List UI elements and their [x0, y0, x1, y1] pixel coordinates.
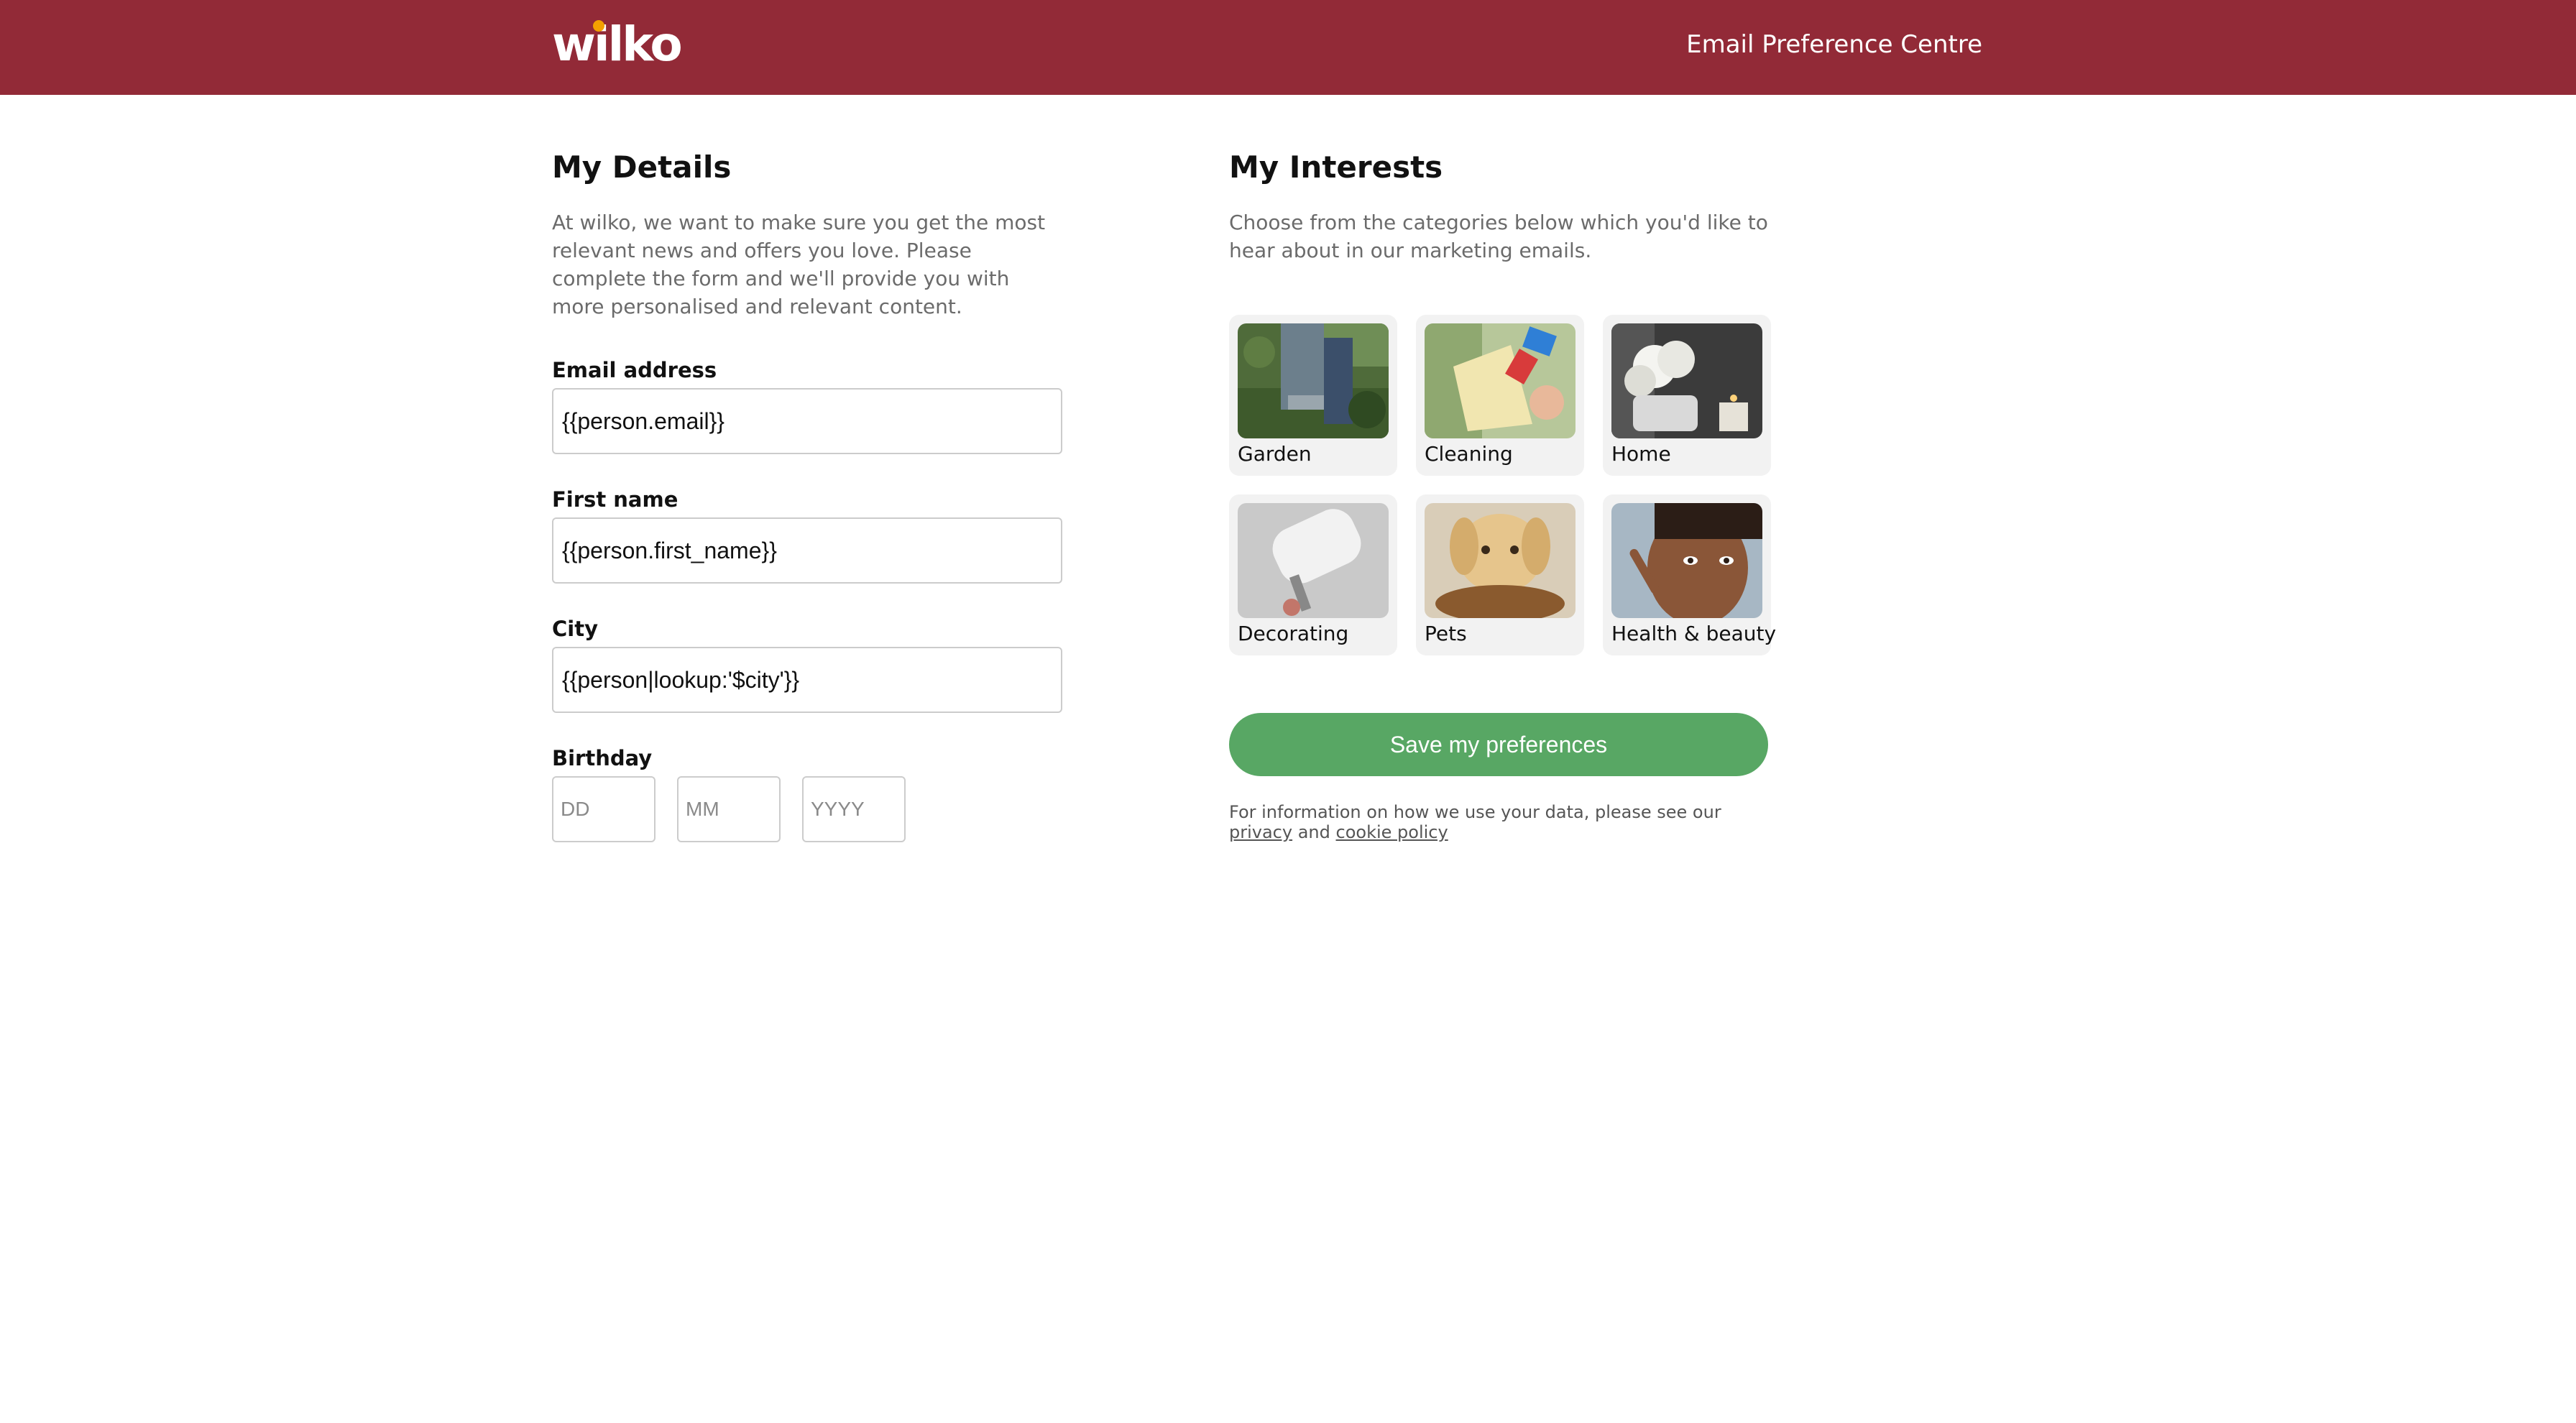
- email-field-group: Email address: [552, 358, 1062, 454]
- garden-image: [1238, 323, 1389, 438]
- city-label: City: [552, 617, 598, 641]
- birthday-inputs: [552, 776, 1062, 842]
- city-field-group: City: [552, 617, 1062, 713]
- interest-tile-health-beauty[interactable]: Health & beauty: [1603, 494, 1777, 655]
- first-name-input[interactable]: [552, 517, 1062, 584]
- interest-label: Cleaning: [1425, 442, 1513, 466]
- cookie-policy-link[interactable]: cookie policy: [1336, 822, 1448, 842]
- home-image: [1611, 323, 1762, 438]
- interest-label: Health & beauty: [1611, 622, 1777, 645]
- privacy-link[interactable]: privacy: [1229, 822, 1292, 842]
- interest-label: Pets: [1425, 622, 1467, 645]
- interest-tile-home[interactable]: Home: [1603, 315, 1771, 476]
- my-details-section: My Details At wilko, we want to make sur…: [552, 144, 1062, 842]
- pets-image: [1425, 503, 1576, 618]
- header-title: Email Preference Centre: [1686, 30, 1982, 59]
- birthday-label: Birthday: [552, 746, 653, 770]
- health-beauty-image: [1611, 503, 1762, 618]
- birthday-year-input[interactable]: [802, 776, 906, 842]
- my-details-intro: At wilko, we want to make sure you get t…: [552, 211, 1046, 318]
- birthday-day-input[interactable]: [552, 776, 656, 842]
- data-usage-footnote: For information on how we use your data,…: [1229, 802, 1775, 842]
- my-details-heading: My Details: [552, 149, 732, 185]
- first-name-field-group: First name: [552, 487, 1062, 584]
- my-interests-intro: Choose from the categories below which y…: [1229, 211, 1768, 262]
- wilko-logo[interactable]: wilko: [552, 16, 683, 73]
- interest-tile-pets[interactable]: Pets: [1416, 494, 1584, 655]
- footnote-text: For information on how we use your data,…: [1229, 802, 1721, 822]
- interest-tile-cleaning[interactable]: Cleaning: [1416, 315, 1584, 476]
- interest-tile-garden[interactable]: Garden: [1229, 315, 1397, 476]
- my-interests-section: My Interests Choose from the categories …: [1229, 144, 1777, 842]
- interest-tile-decorating[interactable]: Decorating: [1229, 494, 1397, 655]
- email-input[interactable]: [552, 388, 1062, 454]
- interest-tiles: Garden Cleaning Home Decorating Pets Hea…: [1229, 315, 1777, 655]
- interest-label: Decorating: [1238, 622, 1349, 645]
- logo-dot: [593, 20, 604, 32]
- cleaning-image: [1425, 323, 1576, 438]
- footnote-and: and: [1297, 822, 1330, 842]
- site-header: wilko Email Preference Centre: [0, 0, 2576, 95]
- city-input[interactable]: [552, 647, 1062, 713]
- save-preferences-button[interactable]: Save my preferences: [1229, 713, 1768, 776]
- first-name-label: First name: [552, 487, 678, 512]
- interest-label: Garden: [1238, 442, 1312, 466]
- logo-text: wilko: [552, 17, 683, 72]
- email-label: Email address: [552, 358, 717, 382]
- birthday-field-group: Birthday: [552, 746, 1062, 842]
- birthday-month-input[interactable]: [677, 776, 781, 842]
- my-interests-heading: My Interests: [1229, 149, 1443, 185]
- interest-label: Home: [1611, 442, 1671, 466]
- decorating-image: [1238, 503, 1389, 618]
